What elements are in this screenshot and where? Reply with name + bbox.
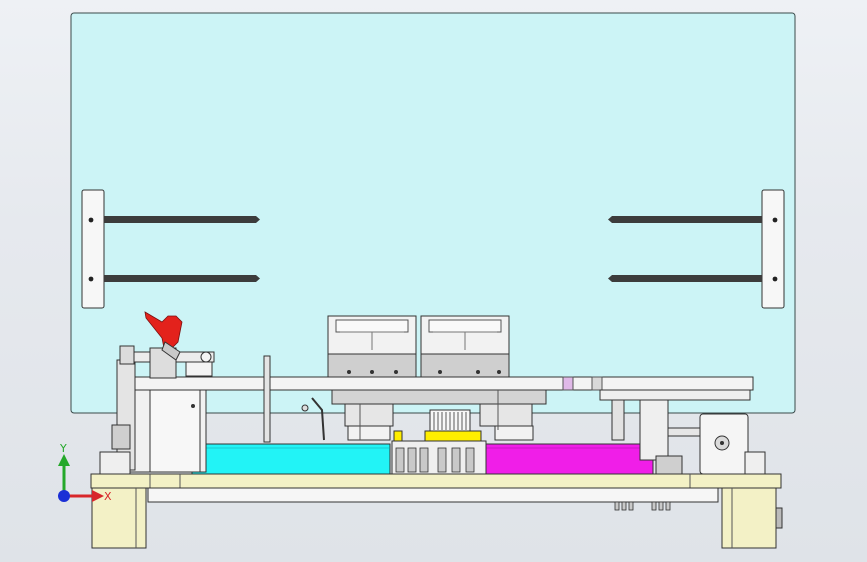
- lower-frame[interactable]: [147, 487, 719, 503]
- left-rail-lower: [104, 275, 260, 282]
- guide-post[interactable]: [263, 355, 271, 443]
- left-rail-upper: [104, 216, 260, 223]
- base-plate[interactable]: [90, 473, 782, 489]
- yellow-block: [424, 430, 482, 442]
- magenta-fixture-block[interactable]: [484, 443, 654, 475]
- cyan-fixture-block[interactable]: [191, 443, 391, 475]
- center-pins[interactable]: [391, 440, 487, 475]
- motor-unit-right[interactable]: [420, 315, 510, 381]
- motor-unit-left[interactable]: [327, 315, 417, 381]
- triad-x-label: X: [104, 490, 112, 503]
- right-rail-upper: [608, 216, 762, 223]
- triad-y-label: Y: [59, 442, 67, 455]
- right-leg[interactable]: [721, 487, 777, 549]
- right-rail-lower: [608, 275, 762, 282]
- center-mechanism[interactable]: [331, 389, 547, 442]
- cad-viewport[interactable]: Y X: [0, 0, 867, 562]
- top-plate[interactable]: [134, 376, 754, 391]
